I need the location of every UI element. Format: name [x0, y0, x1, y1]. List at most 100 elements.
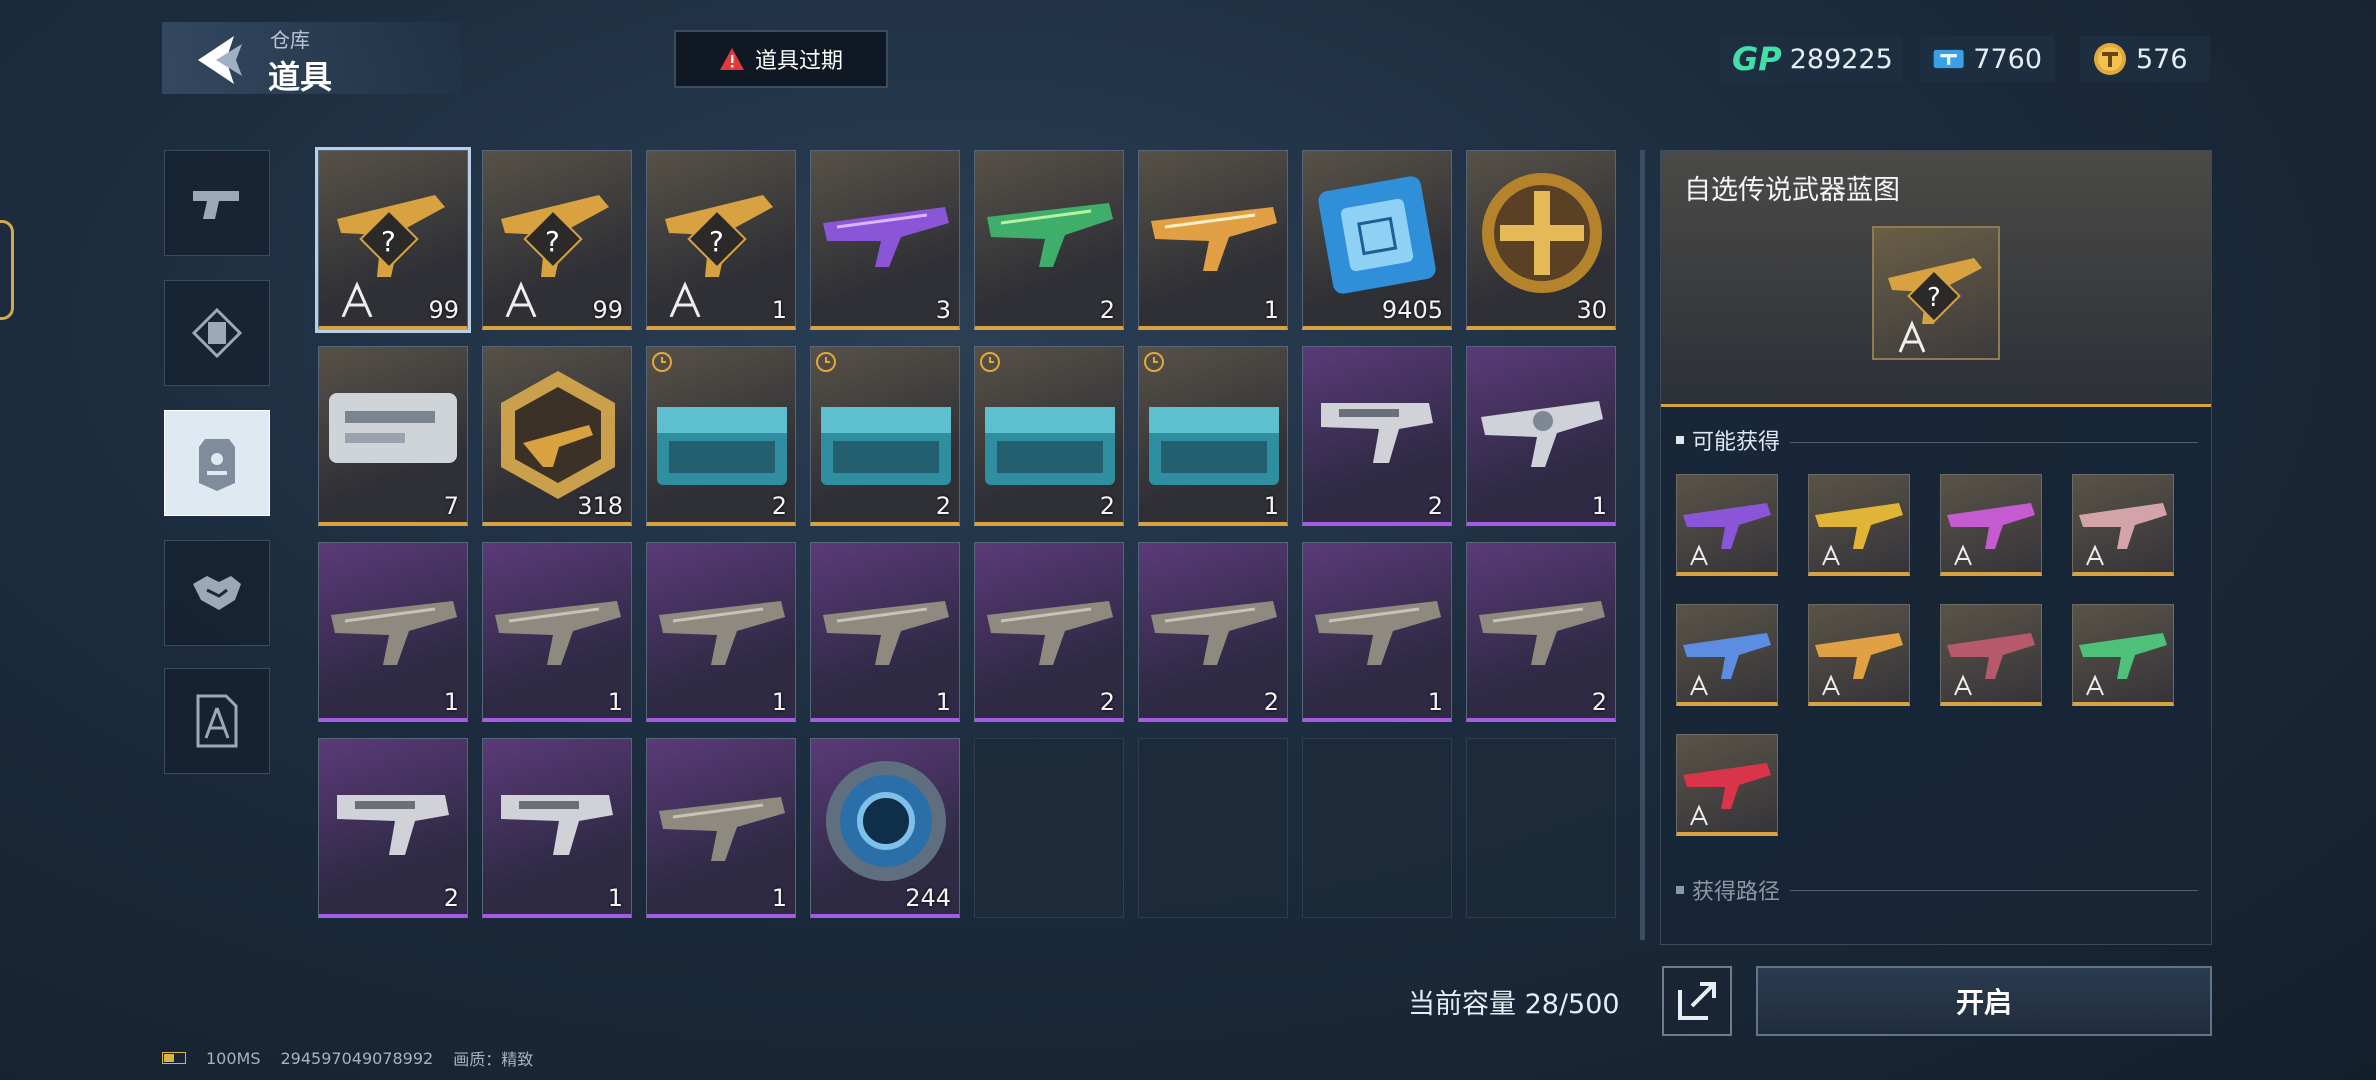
expired-items-button[interactable]: 道具过期 — [674, 30, 888, 88]
inventory-slot[interactable]: 1 — [318, 542, 468, 722]
item-quantity: 2 — [771, 492, 787, 520]
handshake-icon — [193, 576, 241, 610]
item-quantity: 2 — [443, 884, 459, 912]
inventory-slot[interactable]: 1 — [1466, 346, 1616, 526]
ping-text: 100MS — [206, 1048, 261, 1068]
inventory-slot[interactable]: 2 — [974, 346, 1124, 526]
category-weapons[interactable] — [164, 150, 270, 256]
tag-icon — [199, 439, 235, 491]
gp-icon: GP — [1732, 40, 1782, 78]
reward-item[interactable] — [2072, 474, 2174, 576]
warning-icon — [719, 48, 744, 70]
weapon-blueprint-image — [1815, 633, 1903, 696]
weapon-blueprint-image — [1683, 633, 1771, 696]
back-button[interactable] — [190, 30, 250, 90]
reward-list — [1676, 474, 2196, 844]
item-quantity: 2 — [1099, 296, 1115, 324]
category-trade[interactable] — [164, 540, 270, 646]
grid-scrollbar[interactable] — [1640, 150, 1645, 940]
inventory-slot[interactable]: 9405 — [1302, 150, 1452, 330]
weapon-blueprint-image — [2079, 503, 2167, 566]
inventory-slot[interactable]: 1 — [1138, 346, 1288, 526]
back-arrow-icon — [198, 36, 242, 84]
reward-item[interactable] — [1940, 604, 2042, 706]
source-label: 获得路径 — [1692, 880, 1781, 905]
item-quantity: 2 — [935, 492, 951, 520]
category-blueprints[interactable] — [164, 668, 270, 774]
possible-rewards-header: 可能获得 — [1676, 424, 1780, 456]
inventory-slot[interactable]: 1 — [646, 738, 796, 918]
inventory-slot[interactable]: 1 — [810, 542, 960, 722]
inventory-slot[interactable]: 318 — [482, 346, 632, 526]
item-quantity: 1 — [1263, 296, 1279, 324]
section-divider — [1790, 442, 2198, 443]
inventory-slot[interactable]: 2 — [1138, 542, 1288, 722]
breadcrumb-parent: 仓库 — [270, 28, 310, 52]
empty-slot — [1138, 738, 1288, 918]
item-quantity: 318 — [577, 492, 623, 520]
detail-item-image: ? — [1872, 226, 2000, 360]
inventory-slot[interactable]: 1 — [646, 542, 796, 722]
inventory-slot[interactable]: 2 — [974, 150, 1124, 330]
currency-coin[interactable]: 576 — [2080, 36, 2210, 82]
reward-item[interactable] — [1808, 474, 1910, 576]
category-items[interactable] — [164, 410, 270, 516]
reward-item[interactable] — [2072, 604, 2174, 706]
expired-items-label: 道具过期 — [754, 49, 843, 74]
inventory-slot[interactable]: 2 — [1466, 542, 1616, 722]
inventory-slot[interactable]: 2 — [810, 346, 960, 526]
reward-item[interactable] — [1676, 734, 1778, 836]
item-quantity: 2 — [1099, 688, 1115, 716]
inventory-slot[interactable]: 2 — [974, 542, 1124, 722]
inventory-slot[interactable]: ? 99 — [315, 147, 471, 333]
reward-item[interactable] — [1808, 604, 1910, 706]
left-edge-tab — [0, 220, 14, 320]
inventory-slot[interactable]: ? 1 — [646, 150, 796, 330]
currency-gp[interactable]: GP 289225 — [1720, 36, 1902, 82]
inventory-slot[interactable]: 1 — [482, 738, 632, 918]
item-quantity: 99 — [428, 296, 459, 324]
weapon-blueprint-image — [1815, 503, 1903, 566]
currency-ticket-value: 7760 — [1973, 43, 2042, 75]
ticket-icon — [1933, 49, 1964, 69]
coin-icon — [2094, 43, 2126, 75]
currency-gp-value: 289225 — [1789, 43, 1893, 75]
item-quantity: 1 — [607, 884, 623, 912]
currency-coin-value: 576 — [2136, 43, 2188, 75]
share-button[interactable] — [1662, 966, 1732, 1036]
inventory-slot[interactable]: 2 — [646, 346, 796, 526]
currency-ticket[interactable]: 7760 — [1920, 36, 2054, 82]
inventory-slot[interactable]: 1 — [482, 542, 632, 722]
item-quantity: 1 — [771, 688, 787, 716]
inventory-slot[interactable]: 2 — [318, 738, 468, 918]
quality-text: 画质：精致 — [453, 1050, 534, 1069]
share-icon — [1678, 982, 1716, 1020]
item-quantity: 2 — [1591, 688, 1607, 716]
inventory-slot[interactable]: 30 — [1466, 150, 1616, 330]
blueprint-icon — [196, 694, 238, 748]
weapon-blueprint-image — [1683, 503, 1771, 566]
reward-item[interactable] — [1676, 604, 1778, 706]
weapon-blueprint-image — [1947, 503, 2035, 566]
reward-item[interactable] — [1676, 474, 1778, 576]
open-button[interactable]: 开启 — [1756, 966, 2212, 1036]
svg-text:?: ? — [1927, 283, 1941, 313]
inventory-slot[interactable]: 2 — [1302, 346, 1452, 526]
inventory-slot[interactable]: ? 99 — [482, 150, 632, 330]
inventory-slot[interactable]: 7 — [318, 346, 468, 526]
item-quantity: 2 — [1427, 492, 1443, 520]
inventory-slot[interactable]: 244 — [810, 738, 960, 918]
category-frames[interactable] — [164, 280, 270, 386]
inventory-slot[interactable]: 1 — [1302, 542, 1452, 722]
uid-text: 294597049078992 — [280, 1048, 434, 1068]
frame-icon — [192, 308, 242, 358]
inventory-slot[interactable]: 3 — [810, 150, 960, 330]
reward-item[interactable] — [1940, 474, 2042, 576]
pistol-icon — [193, 191, 239, 219]
section-divider — [1790, 890, 2198, 891]
weapon-blueprint-image — [2079, 633, 2167, 696]
blueprint-rifle-image: ? — [1888, 258, 1982, 353]
inventory-slot[interactable]: 1 — [1138, 150, 1288, 330]
page-title: 道具 — [268, 58, 333, 96]
item-grid: ? 99? 99? 1 3 2 1 9405 30 7 318 2 2 2 1 2 1 1 1 1 1 2 2 1 2 2 1 1 24… — [315, 147, 1618, 920]
